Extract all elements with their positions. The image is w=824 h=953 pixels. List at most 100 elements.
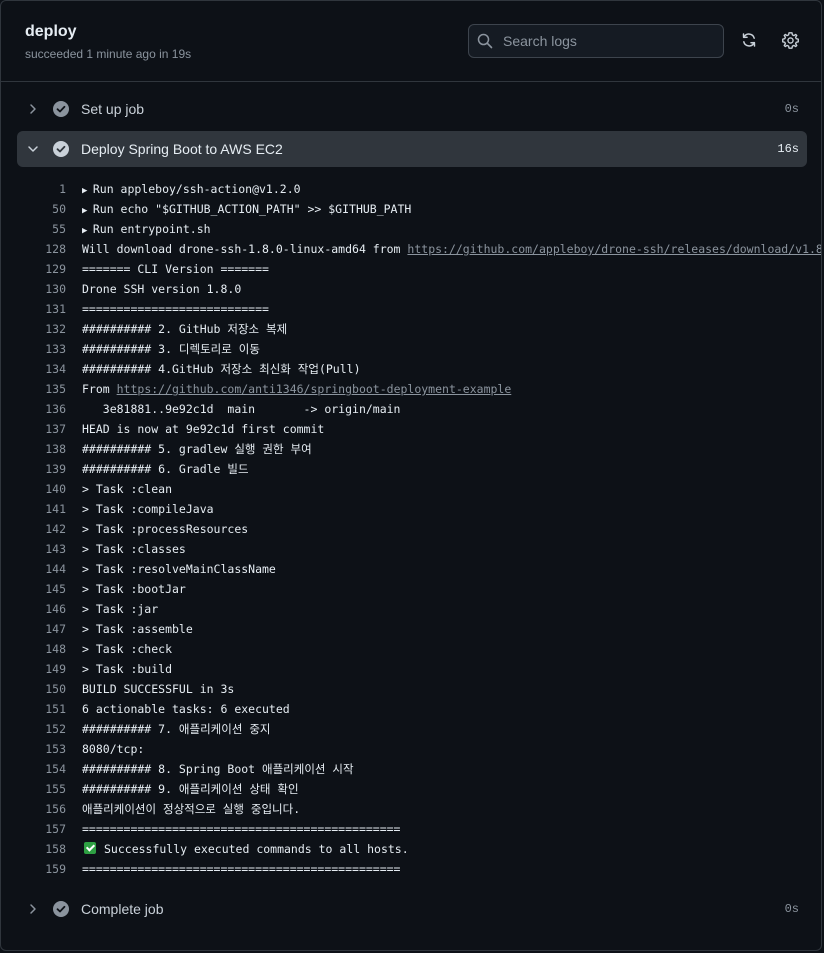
log-text: > Task :processResources (82, 519, 248, 539)
line-number[interactable]: 144 (25, 559, 66, 579)
log-text: ========================================… (82, 819, 401, 839)
check-circle-icon (53, 141, 69, 157)
log-message: ########## 9. 애플리케이션 상태 확인 (82, 782, 299, 796)
line-number[interactable]: 136 (25, 399, 66, 419)
line-number[interactable]: 142 (25, 519, 66, 539)
step-label: Deploy Spring Boot to AWS EC2 (81, 141, 283, 157)
line-number[interactable]: 146 (25, 599, 66, 619)
line-number[interactable]: 140 (25, 479, 66, 499)
log-link[interactable]: https://github.com/appleboy/drone-ssh/re… (407, 242, 821, 256)
search-logs-field[interactable] (468, 24, 724, 58)
log-line: 133 ########## 3. 디렉토리로 이동 (1, 339, 821, 359)
line-number[interactable]: 149 (25, 659, 66, 679)
line-number[interactable]: 55 (25, 219, 66, 239)
line-number[interactable]: 143 (25, 539, 66, 559)
log-line: 145 > Task :bootJar (1, 579, 821, 599)
line-number[interactable]: 150 (25, 679, 66, 699)
log-message: > Task :classes (82, 542, 186, 556)
line-number[interactable]: 155 (25, 779, 66, 799)
log-message: > Task :assemble (82, 622, 193, 636)
log-text: > Task :compileJava (82, 499, 214, 519)
log-link[interactable]: https://github.com/anti1346/springboot-d… (117, 382, 512, 396)
log-message: ========================================… (82, 862, 401, 876)
step-complete-job[interactable]: Complete job 0s (17, 891, 807, 927)
log-line: 154 ########## 8. Spring Boot 애플리케이션 시작 (1, 759, 821, 779)
refresh-button[interactable] (738, 29, 760, 51)
line-number[interactable]: 134 (25, 359, 66, 379)
line-number[interactable]: 141 (25, 499, 66, 519)
log-line: 138 ########## 5. gradlew 실행 권한 부여 (1, 439, 821, 459)
line-number[interactable]: 128 (25, 239, 66, 259)
step-set-up-job[interactable]: Set up job 0s (17, 91, 807, 127)
log-message: Will download drone-ssh-1.8.0-linux-amd6… (82, 242, 408, 256)
log-message: > Task :processResources (82, 522, 249, 536)
line-number[interactable]: 156 (25, 799, 66, 819)
log-line: 139 ########## 6. Gradle 빌드 (1, 459, 821, 479)
settings-button[interactable] (779, 29, 801, 51)
line-number[interactable]: 159 (25, 859, 66, 879)
log-text: > Task :bootJar (82, 579, 186, 599)
check-box-icon (84, 842, 96, 854)
line-number[interactable]: 135 (25, 379, 66, 399)
check-circle-icon (53, 101, 69, 117)
expand-triangle-icon[interactable]: ▶ (82, 226, 93, 236)
step-label: Set up job (81, 101, 145, 117)
log-line[interactable]: 1 ▶ Run appleboy/ssh-action@v1.2.0 (1, 179, 821, 199)
log-message: ########## 8. Spring Boot 애플리케이션 시작 (82, 762, 354, 776)
expand-triangle-icon[interactable]: ▶ (82, 186, 93, 196)
line-number[interactable]: 1 (25, 179, 66, 199)
log-line: 129 ======= CLI Version ======= (1, 259, 821, 279)
log-text: > Task :check (82, 639, 172, 659)
log-text: Will download drone-ssh-1.8.0-linux-amd6… (82, 239, 821, 259)
line-number[interactable]: 154 (25, 759, 66, 779)
line-number[interactable]: 145 (25, 579, 66, 599)
log-line[interactable]: 55 ▶ Run entrypoint.sh (1, 219, 821, 239)
line-number[interactable]: 157 (25, 819, 66, 839)
log-line: 140 > Task :clean (1, 479, 821, 499)
log-message: 3e81881..9e92c1d main -> origin/main (82, 402, 401, 416)
log-text: ########## 4.GitHub 저장소 최신화 작업(Pull) (82, 359, 361, 379)
log-line: 141 > Task :compileJava (1, 499, 821, 519)
line-number[interactable]: 130 (25, 279, 66, 299)
line-number[interactable]: 151 (25, 699, 66, 719)
log-line: 150 BUILD SUCCESSFUL in 3s (1, 679, 821, 699)
search-icon (477, 33, 493, 49)
log-text: 3e81881..9e92c1d main -> origin/main (82, 399, 401, 419)
log-line: 132 ########## 2. GitHub 저장소 복제 (1, 319, 821, 339)
log-line[interactable]: 50 ▶ Run echo "$GITHUB_ACTION_PATH" >> $G… (1, 199, 821, 219)
log-text: 애플리케이션이 정상적으로 실행 중입니다. (82, 799, 300, 819)
job-header: deploy succeeded 1 minute ago in 19s (1, 1, 821, 82)
log-message: > Task :build (82, 662, 173, 676)
line-number[interactable]: 147 (25, 619, 66, 639)
line-number[interactable]: 153 (25, 739, 66, 759)
log-line: 151 6 actionable tasks: 6 executed (1, 699, 821, 719)
log-text: =========================== (82, 299, 269, 319)
log-message: ########## 4.GitHub 저장소 최신화 작업(Pull) (82, 362, 361, 376)
log-line: 142 > Task :processResources (1, 519, 821, 539)
log-text: BUILD SUCCESSFUL in 3s (82, 679, 234, 699)
log-line: 155 ########## 9. 애플리케이션 상태 확인 (1, 779, 821, 799)
expand-triangle-icon[interactable]: ▶ (82, 206, 93, 216)
line-number[interactable]: 131 (25, 299, 66, 319)
line-number[interactable]: 50 (25, 199, 66, 219)
log-text: ########## 8. Spring Boot 애플리케이션 시작 (82, 759, 354, 779)
line-number[interactable]: 148 (25, 639, 66, 659)
log-text: > Task :assemble (82, 619, 193, 639)
step-deploy-spring-boot[interactable]: Deploy Spring Boot to AWS EC2 16s (17, 131, 807, 167)
gear-icon (781, 31, 799, 49)
line-number[interactable]: 132 (25, 319, 66, 339)
log-message: ########## 5. gradlew 실행 권한 부여 (82, 442, 312, 456)
log-line: 149 > Task :build (1, 659, 821, 679)
line-number[interactable]: 133 (25, 339, 66, 359)
line-number[interactable]: 158 (25, 839, 66, 859)
line-number[interactable]: 129 (25, 259, 66, 279)
line-number[interactable]: 139 (25, 459, 66, 479)
log-text: > Task :resolveMainClassName (82, 559, 276, 579)
line-number[interactable]: 137 (25, 419, 66, 439)
search-logs-input[interactable] (501, 32, 705, 50)
log-message: BUILD SUCCESSFUL in 3s (82, 682, 235, 696)
line-number[interactable]: 152 (25, 719, 66, 739)
line-number[interactable]: 138 (25, 439, 66, 459)
log-line: 147 > Task :assemble (1, 619, 821, 639)
log-message: > Task :resolveMainClassName (82, 562, 276, 576)
